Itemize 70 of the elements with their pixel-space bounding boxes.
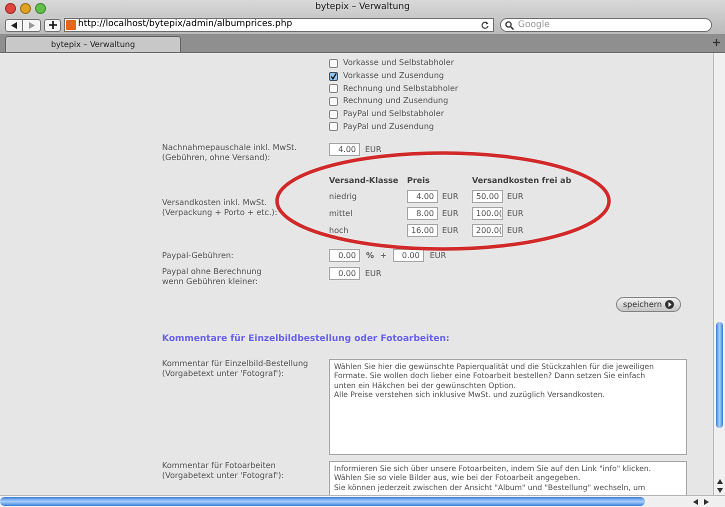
field-label: Paypal-Gebühren:	[162, 250, 235, 261]
search-field[interactable]: Google	[500, 18, 712, 32]
checkbox[interactable]	[329, 72, 338, 81]
class-label: hoch	[329, 225, 350, 238]
column-header: Versandkosten frei ab	[472, 176, 572, 186]
site-icon	[66, 20, 76, 30]
input-field[interactable]: 4.00	[329, 143, 360, 156]
option-label: Rechnung und Selbstabholer	[343, 82, 458, 95]
forward-arrow-icon[interactable]	[28, 22, 34, 28]
column-header: Preis	[407, 176, 431, 186]
input-field[interactable]: 0.00	[392, 249, 424, 262]
field-label: Kommentar für Fotoarbeiten (Vorgabetext unter 'Fotograf'):	[162, 460, 285, 481]
scroll-right-icon[interactable]	[704, 498, 709, 504]
browser-tab[interactable]: bytepix – Verwaltung	[5, 36, 181, 52]
field-label: Paypal ohne Berechnung wenn Gebühren kleiner:	[162, 267, 263, 288]
checkbox[interactable]	[329, 110, 338, 119]
class-label: niedrig	[329, 191, 358, 204]
reload-icon[interactable]	[481, 21, 489, 29]
unit-label: EUR	[442, 208, 458, 220]
option-label: PayPal und Selbstabholer	[343, 108, 444, 120]
input-field[interactable]: 8.00	[407, 207, 438, 220]
checkbox[interactable]	[329, 96, 338, 106]
option-label: PayPal und Zusendung	[343, 120, 434, 133]
option-label: Vorkasse und Selbstabholer	[343, 57, 454, 70]
section-heading: Kommentare für Einzelbildbestellung oder Fotoarbeiten:	[162, 333, 451, 346]
input-field[interactable]: 0.00	[329, 267, 360, 280]
field-label: Versandkosten inkl. MwSt. (Verpackung + Porto + etc.):	[162, 198, 278, 218]
zoom-icon[interactable]	[35, 3, 46, 14]
percent-sign: %	[366, 250, 374, 262]
unit-label: EUR	[507, 224, 524, 237]
column-header: Versand-Klasse	[329, 176, 400, 186]
scroll-down-icon[interactable]	[716, 488, 722, 493]
scrollbar-thumb[interactable]	[716, 322, 723, 428]
class-label: mittel	[329, 208, 354, 220]
input-field[interactable]: 4.00	[407, 190, 438, 204]
checkbox[interactable]	[329, 58, 338, 68]
minimize-icon[interactable]	[20, 3, 31, 14]
checkbox[interactable]	[329, 122, 338, 132]
forward-button[interactable]	[23, 18, 41, 32]
add-bookmark-button[interactable]	[44, 18, 61, 32]
input-field[interactable]: 100.0(	[472, 207, 503, 220]
checkbox[interactable]	[329, 84, 338, 94]
back-button[interactable]	[5, 18, 23, 32]
field-label: Kommentar für Einzelbild-Bestellung (Vorgabetext unter 'Fotograf'):	[162, 358, 310, 379]
scroll-up-icon[interactable]	[716, 479, 722, 484]
plus-icon[interactable]	[48, 21, 56, 29]
input-field[interactable]: 50.00	[472, 190, 503, 204]
scroll-left-icon[interactable]	[693, 498, 698, 504]
unit-label: EUR	[365, 144, 382, 156]
input-field[interactable]: 200.0(	[472, 224, 503, 238]
search-icon[interactable]	[505, 20, 514, 30]
unit-label: EUR	[507, 190, 524, 203]
scrollbar-thumb[interactable]	[0, 497, 645, 506]
close-icon[interactable]	[5, 3, 16, 14]
unit-label: EUR	[430, 250, 446, 262]
unit-label: EUR	[365, 268, 382, 280]
field-label: Nachnahmepauschale inkl. MwSt. (Gebühren, ohne Versand):	[162, 143, 298, 164]
option-label: Vorkasse und Zusendung	[343, 70, 444, 82]
address-field[interactable]: http://localhost/bytepix/admin/albumprices.php	[64, 18, 494, 32]
input-field[interactable]: 0.00	[329, 249, 360, 262]
new-tab-icon[interactable]	[713, 39, 720, 46]
unit-label: EUR	[442, 190, 458, 203]
window-title: bytepix – Verwaltung	[315, 1, 410, 14]
option-label: Rechnung und Zusendung	[343, 95, 448, 108]
plus-sign: +	[380, 250, 387, 262]
back-arrow-icon[interactable]	[11, 22, 17, 28]
save-button[interactable]: speichern	[616, 297, 681, 312]
input-field[interactable]: 16.00	[407, 224, 438, 238]
unit-label: EUR	[442, 224, 458, 237]
unit-label: EUR	[507, 208, 524, 220]
